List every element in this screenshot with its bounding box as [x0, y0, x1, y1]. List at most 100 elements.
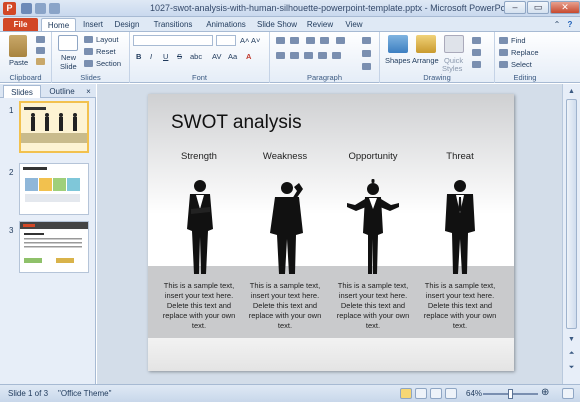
- shapes-icon[interactable]: [388, 35, 408, 53]
- new-slide-icon[interactable]: [58, 35, 78, 51]
- save-icon[interactable]: [21, 3, 32, 14]
- tab-outline[interactable]: Outline: [44, 85, 80, 98]
- normal-view-icon[interactable]: [400, 388, 412, 399]
- font-color-icon[interactable]: A: [246, 52, 251, 61]
- vertical-scrollbar[interactable]: ▲ ▼ ⏶ ⏷: [562, 84, 580, 384]
- silhouette-confident-man[interactable]: [170, 179, 230, 276]
- text-weakness[interactable]: This is a sample text, insert your text …: [243, 281, 327, 331]
- text-threat[interactable]: This is a sample text, insert your text …: [418, 281, 502, 331]
- smartart-icon[interactable]: [362, 63, 371, 70]
- tab-design[interactable]: Design: [112, 18, 142, 31]
- layout-icon[interactable]: [84, 36, 93, 43]
- line-spacing-icon[interactable]: [336, 37, 345, 44]
- tab-transitions[interactable]: Transitions: [151, 18, 195, 31]
- select-icon[interactable]: [499, 61, 508, 68]
- replace-icon[interactable]: [499, 49, 508, 56]
- slide-title[interactable]: SWOT analysis: [171, 112, 302, 134]
- text-strength[interactable]: This is a sample text, insert your text …: [157, 281, 241, 331]
- quick-styles-icon[interactable]: [444, 35, 464, 53]
- copy-icon[interactable]: [36, 47, 45, 54]
- heading-weakness[interactable]: Weakness: [243, 151, 327, 162]
- tab-file[interactable]: File: [3, 18, 38, 31]
- new-slide-label2[interactable]: Slide: [60, 62, 77, 71]
- paste-icon[interactable]: [9, 35, 27, 57]
- previous-slide-icon[interactable]: ⏶: [566, 348, 577, 359]
- text-direction-icon[interactable]: [362, 37, 371, 44]
- decrease-indent-icon[interactable]: [306, 37, 315, 44]
- heading-strength[interactable]: Strength: [157, 151, 241, 162]
- tab-insert[interactable]: Insert: [80, 18, 106, 31]
- section-icon[interactable]: [84, 60, 93, 67]
- layout-button[interactable]: Layout: [96, 35, 119, 44]
- scroll-up-icon[interactable]: ▲: [566, 86, 577, 97]
- tab-slide-show[interactable]: Slide Show: [256, 18, 298, 31]
- silhouette-shrugging-man[interactable]: [343, 179, 403, 276]
- next-slide-icon[interactable]: ⏷: [566, 362, 577, 373]
- new-slide-label[interactable]: New: [61, 53, 76, 62]
- shape-outline-icon[interactable]: [472, 49, 481, 56]
- undo-icon[interactable]: [35, 3, 46, 14]
- find-icon[interactable]: [499, 37, 508, 44]
- powerpoint-logo-icon[interactable]: P: [3, 2, 16, 15]
- zoom-slider-knob[interactable]: [508, 389, 513, 399]
- close-pane-icon[interactable]: ×: [84, 85, 93, 98]
- font-size-input[interactable]: [216, 35, 236, 46]
- tab-review[interactable]: Review: [306, 18, 334, 31]
- zoom-in-icon[interactable]: ⊕: [541, 387, 549, 398]
- tab-view[interactable]: View: [342, 18, 366, 31]
- arrange-icon[interactable]: [416, 35, 436, 53]
- scrollbar-thumb[interactable]: [566, 99, 577, 329]
- maximize-button[interactable]: ▭: [527, 1, 549, 14]
- shape-fill-icon[interactable]: [472, 37, 481, 44]
- format-painter-icon[interactable]: [36, 58, 45, 65]
- current-slide[interactable]: SWOT analysis Strength Weakness Opportun…: [148, 94, 514, 371]
- silhouette-arms-crossed-man[interactable]: [430, 179, 490, 276]
- align-center-icon[interactable]: [290, 52, 299, 59]
- minimize-button[interactable]: –: [504, 1, 526, 14]
- strikethrough-button[interactable]: S: [177, 52, 182, 61]
- increase-indent-icon[interactable]: [320, 37, 329, 44]
- replace-button[interactable]: Replace: [511, 48, 539, 57]
- shadow-button[interactable]: abc: [190, 52, 202, 61]
- text-opportunity[interactable]: This is a sample text, insert your text …: [331, 281, 415, 331]
- section-button[interactable]: Section: [96, 59, 121, 68]
- align-text-icon[interactable]: [362, 50, 371, 57]
- grow-font-icon[interactable]: A˄ A˅: [240, 36, 260, 45]
- change-case-icon[interactable]: Aa: [228, 52, 237, 61]
- zoom-level[interactable]: 64%: [466, 389, 482, 398]
- reset-icon[interactable]: [84, 48, 93, 55]
- tab-home[interactable]: Home: [41, 18, 76, 31]
- fit-to-window-icon[interactable]: [562, 388, 574, 399]
- shapes-button[interactable]: Shapes: [385, 56, 410, 65]
- cut-icon[interactable]: [36, 36, 45, 43]
- slide-thumbnail-3[interactable]: [19, 221, 89, 273]
- heading-opportunity[interactable]: Opportunity: [331, 151, 415, 162]
- shape-effects-icon[interactable]: [472, 61, 481, 68]
- bold-button[interactable]: B: [136, 52, 141, 61]
- underline-button[interactable]: U: [163, 52, 168, 61]
- redo-icon[interactable]: [49, 3, 60, 14]
- select-button[interactable]: Select: [511, 60, 532, 69]
- justify-icon[interactable]: [318, 52, 327, 59]
- close-button[interactable]: ✕: [550, 1, 580, 14]
- align-left-icon[interactable]: [276, 52, 285, 59]
- bullets-icon[interactable]: [276, 37, 285, 44]
- slide-thumbnail-1[interactable]: [19, 101, 89, 153]
- paste-label[interactable]: Paste: [9, 58, 28, 67]
- align-right-icon[interactable]: [304, 52, 313, 59]
- italic-button[interactable]: I: [150, 52, 152, 61]
- tab-slides[interactable]: Slides: [3, 85, 41, 98]
- reset-button[interactable]: Reset: [96, 47, 116, 56]
- heading-threat[interactable]: Threat: [418, 151, 502, 162]
- minimize-ribbon-icon[interactable]: ⌃: [552, 18, 562, 31]
- find-button[interactable]: Find: [511, 36, 526, 45]
- help-icon[interactable]: ?: [564, 18, 576, 31]
- columns-icon[interactable]: [332, 52, 341, 59]
- tab-animations[interactable]: Animations: [204, 18, 248, 31]
- arrange-button[interactable]: Arrange: [412, 56, 439, 65]
- char-spacing-icon[interactable]: AV: [212, 52, 221, 61]
- slide-thumbnail-2[interactable]: [19, 163, 89, 215]
- font-name-input[interactable]: [133, 35, 213, 46]
- slide-show-icon[interactable]: [445, 388, 457, 399]
- numbering-icon[interactable]: [290, 37, 299, 44]
